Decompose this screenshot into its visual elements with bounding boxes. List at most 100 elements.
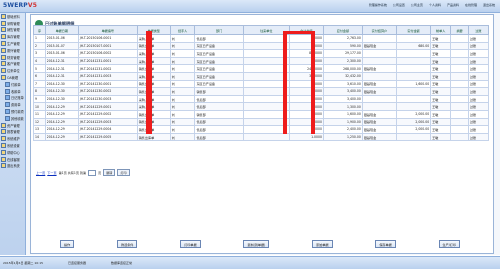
table-cell <box>361 102 398 111</box>
page-info: 第1页 共有1页 到第 <box>58 171 87 175</box>
table-row[interactable]: 122014-12-29JH-T-20141229-0003销售出库单刘售后部 2… <box>33 117 490 127</box>
table-cell: 1,300.00 <box>322 102 363 111</box>
sidebar-item[interactable]: 收款单 <box>0 88 25 95</box>
sidebar-item[interactable]: 报表管理 <box>0 129 25 136</box>
sidebar-item[interactable]: 委外管理 <box>0 47 25 54</box>
go-button[interactable]: 跳转 <box>103 169 116 176</box>
table-row[interactable]: 102014-12-29JH-T-20141229-0001采购入库单刘售后部 1… <box>33 102 490 111</box>
sidebar-item[interactable]: 库存管理 <box>0 33 25 40</box>
table-cell: 过账 <box>467 79 490 89</box>
table-row[interactable]: 72014-12-30JH-T-20141230-0001销售出库单刘东区日产设… <box>33 79 490 89</box>
table-cell <box>450 79 469 89</box>
top-menu-item[interactable]: 产品资料 <box>446 2 460 9</box>
sidebar-item[interactable]: 资产管理 <box>0 122 25 129</box>
table-cell: 过账 <box>467 125 490 134</box>
sidebar-item[interactable]: 生产管理 <box>0 40 25 47</box>
table-cell: 2014-12-30 <box>44 94 79 104</box>
table-cell <box>242 132 290 142</box>
top-menu-item[interactable]: 公司主页 <box>410 2 424 9</box>
table-cell: 11 <box>33 109 46 119</box>
table-cell: 刘 <box>169 109 196 119</box>
table-cell: 2.0000 <box>288 87 324 96</box>
table-row[interactable]: 12015-01-06JH-T-20150106-0001采购入库单刘售后部 2.… <box>33 34 490 43</box>
sidebar-item[interactable]: 日记账单 <box>0 95 25 102</box>
table-header-row: 序单据日期单据编号单据类型经手人部门往来单位合计金额应付金额实付结算户实付金额制… <box>33 25 490 35</box>
column-header[interactable]: 实付结算户 <box>361 25 398 35</box>
sidebar-item[interactable]: 往来单位 <box>0 67 25 74</box>
column-header[interactable]: 单据类型 <box>136 25 171 35</box>
table-row[interactable]: 32015-01-06JH-T-20150106-0002采购入库单刘东区日产设… <box>33 49 490 58</box>
table-row[interactable]: 62014-12-31JH-T-20141231-0003采购入库单刘东区日产设… <box>33 71 490 81</box>
original-doc-button[interactable]: 原始单据 <box>312 240 333 248</box>
table-cell: 过账 <box>467 64 490 73</box>
sidebar-item[interactable]: 帮助中心 <box>0 149 25 156</box>
sidebar-item[interactable]: 财务管理 <box>0 54 25 61</box>
column-header[interactable]: 部门 <box>194 25 244 35</box>
table-cell: 银基现金 <box>361 125 398 134</box>
column-header[interactable]: 摘要 <box>450 25 469 35</box>
sidebar-item[interactable]: 基础资料 <box>0 13 25 20</box>
column-header[interactable]: 过账 <box>467 25 490 35</box>
column-header[interactable]: 单据编号 <box>77 25 138 35</box>
table-row[interactable]: 82014-12-30JH-T-20141230-0002销售出库单刘销售部 2.… <box>33 87 490 96</box>
sidebar-item[interactable]: 销售管理 <box>0 27 25 34</box>
sidebar-item[interactable]: 其他收款 <box>0 115 25 122</box>
table-cell: 东区日产设备 <box>194 49 244 58</box>
filter-button[interactable]: 筛选条件 <box>117 240 138 248</box>
table-cell: JH-T-20150106-0001 <box>77 34 138 43</box>
table-row[interactable]: 112014-12-29JH-T-20141229-0002销售出库单刘销售部 3… <box>33 109 490 119</box>
table-cell: 2014-12-30 <box>44 79 79 89</box>
sidebar-item[interactable]: OA管理 <box>0 74 25 81</box>
column-header[interactable]: 经手人 <box>169 25 196 35</box>
sidebar-item[interactable]: 系统设置 <box>0 142 25 149</box>
sidebar-item[interactable]: 系统维护 <box>0 135 25 142</box>
column-header[interactable]: 单据日期 <box>44 25 79 35</box>
table-cell: 2 <box>33 41 46 51</box>
top-menu-item[interactable]: 在线管理 <box>464 2 478 9</box>
table-row[interactable]: 14 2014-12-29 JH-T-20141229-0005 销售出库单刘售后部 1… <box>33 132 490 142</box>
prev-page-link[interactable]: 上一页 <box>36 170 45 175</box>
table-row[interactable]: 132014-12-29JH-T-20141229-0004销售出库单刘售后部 1… <box>33 125 490 134</box>
sidebar-item[interactable]: 预付款项 <box>0 108 25 115</box>
table-cell <box>450 109 469 119</box>
column-header[interactable]: 实付金额 <box>395 25 432 35</box>
sidebar-item[interactable]: 客户管理 <box>0 61 25 68</box>
table-cell: 2,000.00 <box>395 117 432 127</box>
copy-doc-button[interactable]: 复制(到单据) <box>243 240 270 248</box>
sidebar-item[interactable]: 付款单 <box>0 81 25 88</box>
page-icon <box>5 102 10 108</box>
sidebar-item-label: 预付款项 <box>11 110 24 115</box>
sidebar-item[interactable]: 费用单 <box>0 101 25 108</box>
sidebar-item-label: 报表管理 <box>7 130 20 135</box>
table-row[interactable]: 42014-12-31JH-T-20141231-0001采购入库单刘东区日产设… <box>33 56 490 66</box>
save-doc-button[interactable]: 保存单据 <box>375 240 396 248</box>
column-header[interactable]: 序 <box>33 25 46 35</box>
table-cell: 银基现金 <box>361 41 398 51</box>
table-row[interactable]: 92014-12-30JH-T-20141230-0003采购入库单刘售后部 2.… <box>33 94 490 104</box>
print-doc-button[interactable]: 打印单据 <box>180 240 201 248</box>
generate-print-button[interactable]: 生产/打印 <box>438 240 460 248</box>
top-menu-item[interactable]: 公司设置 <box>392 2 406 9</box>
table-cell: JH-T-20141231-0001 <box>77 56 138 66</box>
top-bar: 5WERPV5 管理操作系统 公司设置 公司主页 个人资料 产品资料 在线管理 … <box>0 0 500 13</box>
column-header[interactable]: 应付金额 <box>322 25 363 35</box>
top-menu-item[interactable]: 管理操作系统 <box>368 2 388 9</box>
table-cell: 销售出库单 <box>136 87 171 96</box>
table-row[interactable]: 52014-12-31JH-T-20141231-0002销售出库单刘东区日产设… <box>33 64 490 73</box>
column-header[interactable]: 制单人 <box>430 25 452 35</box>
table-cell: 过账 <box>467 109 490 119</box>
top-menu-item[interactable]: 个人资料 <box>428 2 442 9</box>
print-list-button[interactable]: 打印 <box>117 169 130 176</box>
sidebar-item[interactable]: 在线客服 <box>0 156 25 163</box>
operate-button[interactable]: 操作 <box>60 240 75 248</box>
next-page-link[interactable]: 下一页 <box>47 170 56 175</box>
table-row[interactable]: 22015-01-07JH-T-20150107-0001销售出库单刘东区日产设… <box>33 41 490 51</box>
top-menu-item[interactable]: 退出系统 <box>482 2 496 9</box>
table-cell: 2014-12-29 <box>44 102 79 111</box>
page-number-input[interactable] <box>88 169 97 176</box>
sidebar-item[interactable]: 退出系统 <box>0 163 25 170</box>
sidebar-item[interactable]: 采购管理 <box>0 20 25 27</box>
table-cell: 240.0000 <box>288 64 324 73</box>
table-cell: 售后部 <box>194 132 244 142</box>
table-cell <box>361 34 398 43</box>
